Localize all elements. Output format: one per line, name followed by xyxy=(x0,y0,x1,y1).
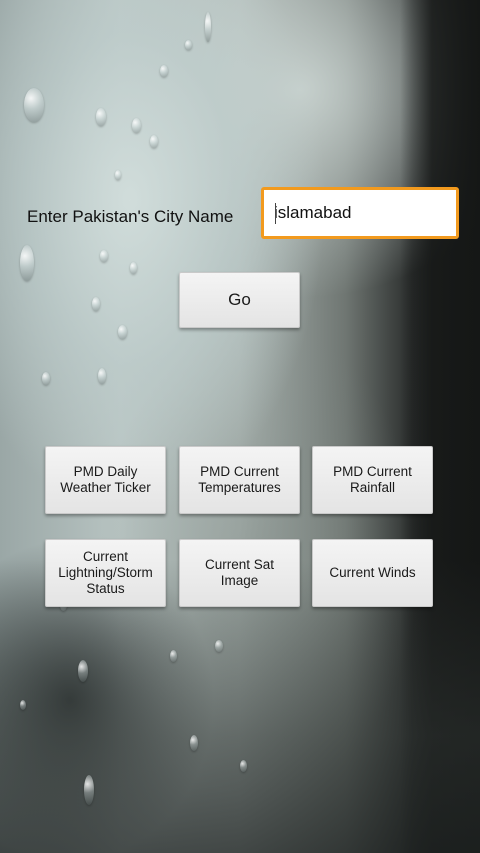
rain-drop xyxy=(215,640,223,652)
current-winds-button[interactable]: Current Winds xyxy=(312,539,433,607)
rain-drop xyxy=(130,262,137,274)
rain-drop xyxy=(170,650,177,662)
rain-drop xyxy=(24,88,44,122)
rain-drop xyxy=(42,372,50,385)
rain-drop xyxy=(20,245,34,281)
rain-drop xyxy=(185,40,192,50)
rain-drop xyxy=(240,760,247,772)
rain-drop xyxy=(20,700,26,710)
rain-drop xyxy=(98,368,106,384)
rain-drop xyxy=(84,775,94,805)
rain-drop xyxy=(190,735,198,751)
city-name-field[interactable] xyxy=(261,187,459,239)
rain-drop xyxy=(96,108,106,126)
rain-drop xyxy=(132,118,141,133)
rain-drop xyxy=(205,12,211,42)
rain-drop xyxy=(78,660,88,682)
rain-drop xyxy=(115,170,121,180)
current-sat-image-button[interactable]: Current Sat Image xyxy=(179,539,300,607)
go-button[interactable]: Go xyxy=(179,272,300,328)
city-name-input[interactable] xyxy=(274,203,444,223)
pmd-daily-weather-ticker-button[interactable]: PMD Daily Weather Ticker xyxy=(45,446,166,514)
text-cursor xyxy=(275,203,276,224)
rain-drop xyxy=(92,297,100,311)
pmd-current-rainfall-button[interactable]: PMD Current Rainfall xyxy=(312,446,433,514)
current-lightning-storm-status-button[interactable]: Current Lightning/Storm Status xyxy=(45,539,166,607)
rain-drop xyxy=(100,250,108,262)
pmd-current-temperatures-button[interactable]: PMD Current Temperatures xyxy=(179,446,300,514)
rain-drop xyxy=(150,135,158,148)
rain-drop xyxy=(160,65,168,77)
city-name-label: Enter Pakistan's City Name xyxy=(27,207,234,226)
rain-drop xyxy=(118,325,127,339)
